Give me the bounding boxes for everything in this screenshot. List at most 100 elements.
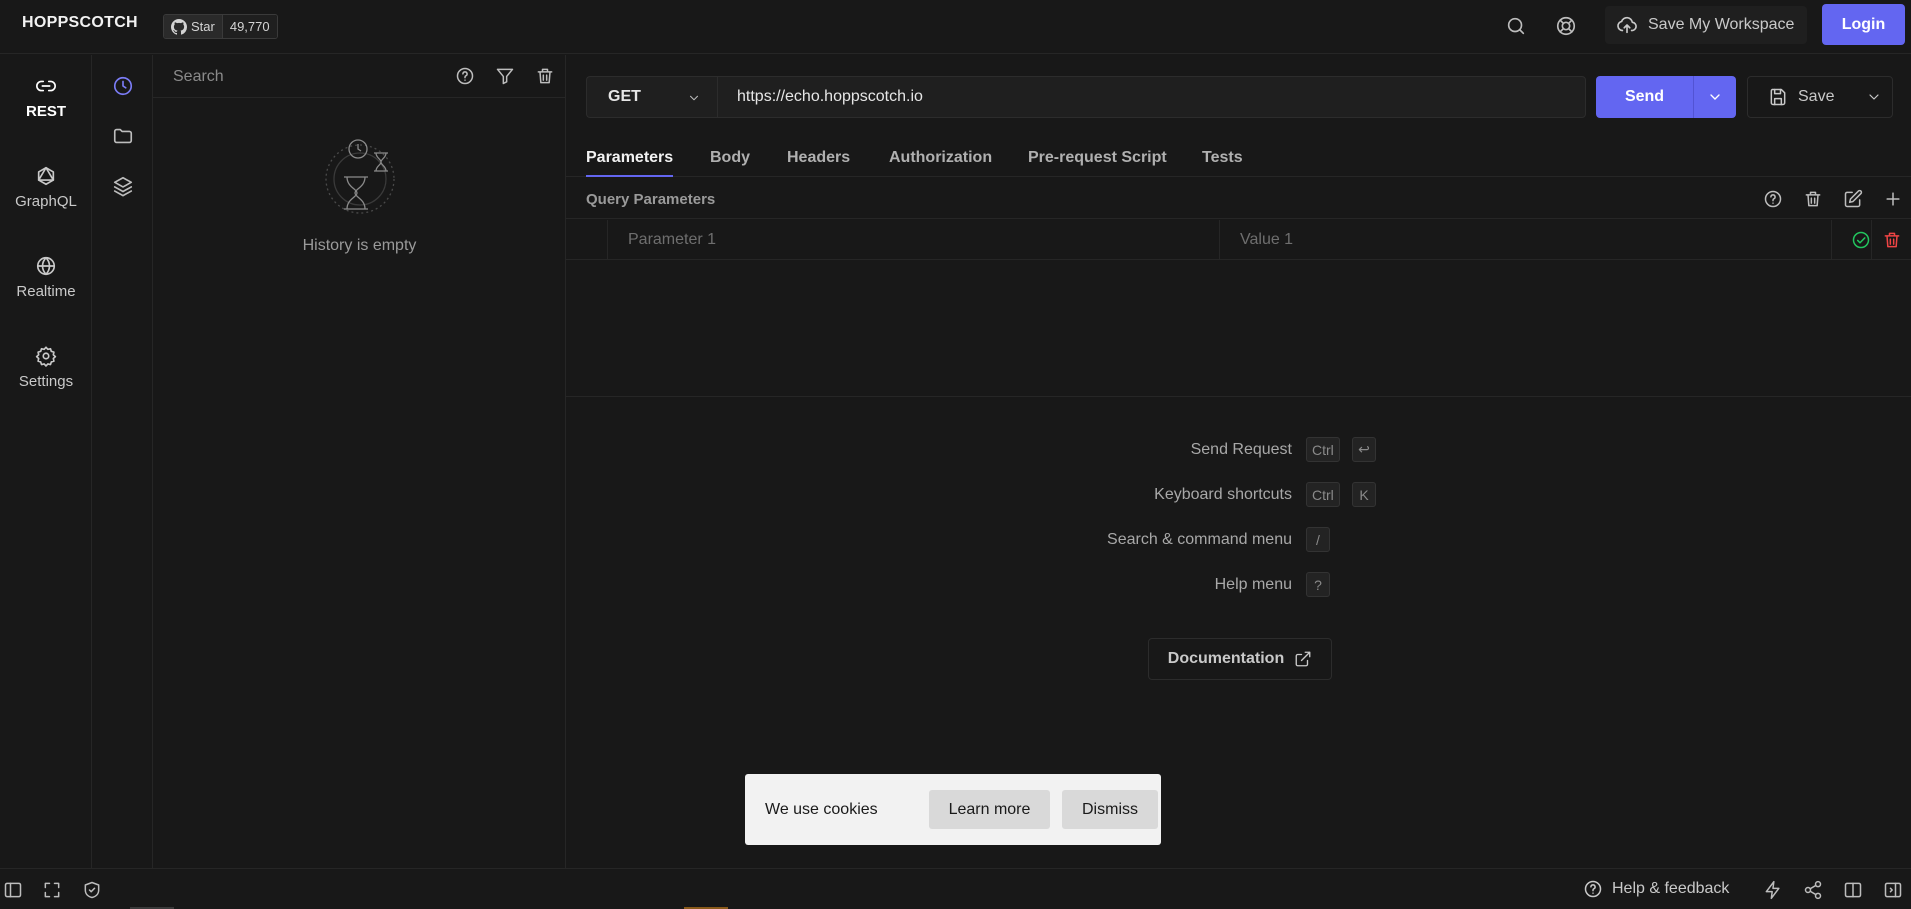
history-clock-icon[interactable]	[112, 75, 134, 97]
globe-icon	[35, 255, 57, 277]
trash-icon[interactable]	[1882, 230, 1902, 250]
url-input[interactable]	[718, 77, 1585, 117]
fullscreen-icon[interactable]	[42, 880, 62, 900]
shortcut-label-search: Search & command menu	[1107, 531, 1292, 548]
layers-icon[interactable]	[112, 175, 134, 197]
lightning-icon[interactable]	[1763, 880, 1783, 900]
cloud-upload-icon	[1616, 14, 1638, 36]
panel-divider	[566, 396, 1911, 397]
dismiss-button[interactable]: Dismiss	[1062, 790, 1158, 829]
github-icon	[171, 18, 187, 35]
help-feedback-label: Help & feedback	[1612, 880, 1730, 897]
github-star-button[interactable]: Star	[164, 15, 223, 38]
kbd-key: K	[1352, 482, 1376, 507]
kbd-key: ?	[1306, 572, 1330, 597]
kbd-key: ↩	[1352, 437, 1376, 462]
kbd-key: Ctrl	[1306, 437, 1340, 462]
url-bar	[717, 76, 1586, 118]
chevron-down-icon[interactable]	[1866, 89, 1882, 105]
gear-icon	[35, 345, 57, 367]
graphql-icon	[35, 165, 57, 187]
help-circle-icon[interactable]	[455, 66, 475, 86]
check-circle-icon[interactable]	[1851, 230, 1871, 250]
edit-icon[interactable]	[1843, 189, 1863, 209]
plus-icon[interactable]	[1883, 189, 1903, 209]
split-columns-icon[interactable]	[1843, 880, 1863, 900]
primary-nav: REST GraphQL Realtime Settings	[0, 55, 92, 868]
tab-parameters[interactable]: Parameters	[586, 149, 674, 177]
help-circle-icon	[1584, 880, 1602, 898]
param-row	[566, 220, 1911, 260]
lifebuoy-icon[interactable]	[1555, 15, 1577, 37]
history-search-bar	[153, 55, 566, 98]
nav-settings[interactable]: Settings	[0, 345, 92, 390]
history-search-input[interactable]	[153, 55, 433, 98]
link-icon	[35, 75, 57, 97]
tab-headers[interactable]: Headers	[787, 149, 850, 177]
method-select[interactable]: GET	[586, 76, 717, 118]
login-button[interactable]: Login	[1822, 4, 1905, 45]
search-icon[interactable]	[1505, 15, 1527, 37]
nav-graphql-label: GraphQL	[15, 193, 77, 210]
save-workspace-label: Save My Workspace	[1648, 16, 1795, 33]
send-options-button[interactable]	[1694, 76, 1736, 118]
nav-graphql[interactable]: GraphQL	[0, 165, 92, 210]
share-icon[interactable]	[1803, 880, 1823, 900]
tab-authorization[interactable]: Authorization	[889, 149, 992, 177]
request-tabs: Parameters Body Headers Authorization Pr…	[566, 137, 1911, 177]
external-link-icon	[1294, 650, 1312, 668]
nav-settings-label: Settings	[18, 373, 74, 390]
method-value: GET	[608, 88, 641, 105]
kbd-key: /	[1306, 527, 1330, 552]
chevron-down-icon	[687, 91, 701, 105]
app-logo[interactable]: HOPPSCOTCH	[22, 14, 138, 32]
save-workspace-button[interactable]: Save My Workspace	[1605, 6, 1807, 44]
cookie-banner: We use cookies Learn more Dismiss	[745, 774, 1161, 845]
github-star-count[interactable]: 49,770	[222, 15, 277, 38]
cookie-message: We use cookies	[765, 800, 878, 818]
drag-handle[interactable]	[566, 220, 608, 260]
save-button[interactable]: Save	[1747, 76, 1893, 118]
shortcut-label-keyboard: Keyboard shortcuts	[1154, 486, 1292, 503]
tab-pre-request-script[interactable]: Pre-request Script	[1028, 149, 1167, 177]
query-params-title: Query Parameters	[586, 191, 716, 208]
github-star-widget[interactable]: Star 49,770	[163, 14, 278, 39]
nav-realtime[interactable]: Realtime	[0, 255, 92, 300]
history-panel: History is empty	[153, 55, 566, 868]
documentation-label: Documentation	[1167, 650, 1285, 667]
folder-icon[interactable]	[112, 125, 134, 147]
kbd-key: Ctrl	[1306, 482, 1340, 507]
top-header: HOPPSCOTCH Star 49,770 Save My Workspace…	[0, 0, 1911, 54]
sidebar-toggle-icon[interactable]	[3, 880, 23, 900]
help-circle-icon[interactable]	[1763, 189, 1783, 209]
param-key-input[interactable]	[628, 220, 1168, 260]
help-feedback-button[interactable]: Help & feedback	[1583, 879, 1729, 899]
status-footer: Help & feedback	[0, 868, 1911, 909]
send-button[interactable]: Send	[1596, 76, 1694, 118]
shield-check-icon[interactable]	[82, 880, 102, 900]
trash-icon[interactable]	[535, 66, 555, 86]
shortcut-label-send: Send Request	[1190, 441, 1292, 458]
param-value-input[interactable]	[1240, 220, 1780, 260]
sidebar-right-icon[interactable]	[1883, 880, 1903, 900]
nav-realtime-label: Realtime	[16, 283, 76, 300]
chevron-down-icon	[1710, 94, 1720, 100]
send-button-group: Send	[1596, 76, 1736, 118]
hourglass-illustration-icon	[325, 139, 395, 214]
shortcut-label-help: Help menu	[1214, 576, 1292, 593]
save-icon	[1768, 87, 1788, 107]
save-label: Save	[1798, 88, 1835, 105]
filter-icon[interactable]	[495, 66, 515, 86]
history-empty-text: History is empty	[302, 237, 417, 254]
github-star-label: Star	[191, 19, 215, 34]
tab-tests[interactable]: Tests	[1202, 149, 1243, 177]
query-params-toolbar: Query Parameters	[566, 179, 1911, 219]
nav-rest[interactable]: REST	[0, 75, 92, 120]
nav-rest-label: REST	[25, 103, 66, 120]
secondary-nav	[92, 55, 153, 868]
trash-icon[interactable]	[1803, 189, 1823, 209]
request-panel: GET Send Save Parameters Body Headers Au…	[566, 55, 1911, 868]
tab-body[interactable]: Body	[710, 149, 750, 177]
documentation-button[interactable]: Documentation	[1148, 638, 1332, 680]
learn-more-button[interactable]: Learn more	[929, 790, 1050, 829]
